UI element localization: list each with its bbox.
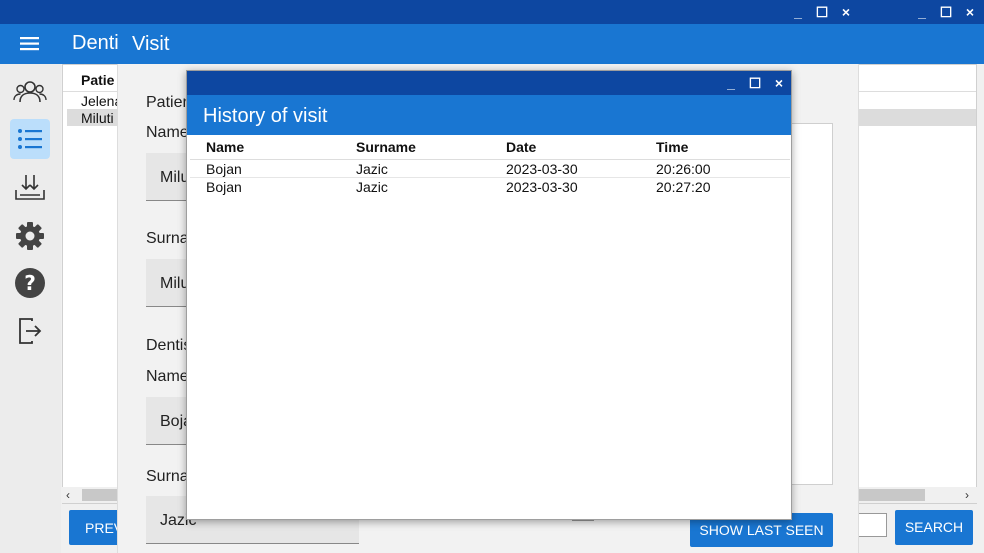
nav-logout[interactable] bbox=[10, 311, 50, 351]
search-button[interactable]: SEARCH bbox=[895, 510, 973, 545]
logout-icon bbox=[19, 318, 42, 344]
patient-surname-label: Surna bbox=[146, 230, 189, 247]
table-header: Patie bbox=[81, 72, 115, 88]
app-title: Denti bbox=[72, 32, 119, 54]
history-dialog: _ ☐ × History of visit Name Surname Date… bbox=[186, 70, 792, 520]
column-header-time[interactable]: Time bbox=[640, 139, 790, 155]
cell-time: 20:27:20 bbox=[656, 178, 711, 195]
scroll-left-icon[interactable]: ‹ bbox=[66, 488, 70, 502]
history-title: History of visit bbox=[203, 105, 328, 127]
main-titlebar: _ ☐ × _ ☐ × bbox=[0, 0, 984, 24]
table-header-row: Name Surname Date Time bbox=[190, 135, 790, 160]
maximize-button[interactable]: ☐ bbox=[810, 4, 834, 21]
history-table: Name Surname Date Time Bojan Jazic 2023-… bbox=[190, 135, 790, 195]
list-icon bbox=[18, 129, 42, 149]
cell-name: Bojan bbox=[206, 178, 242, 195]
cell-date: 2023-03-30 bbox=[506, 178, 578, 195]
minimize-button[interactable]: _ bbox=[719, 75, 743, 91]
nav-import[interactable] bbox=[10, 167, 50, 207]
patients-icon bbox=[13, 81, 47, 103]
scroll-right-icon[interactable]: › bbox=[965, 488, 969, 502]
maximize-button[interactable]: ☐ bbox=[934, 4, 958, 21]
close-button[interactable]: × bbox=[958, 4, 982, 20]
search-input[interactable] bbox=[857, 513, 887, 537]
hamburger-menu-icon[interactable] bbox=[10, 30, 50, 58]
dentist-name-label: Name bbox=[146, 368, 189, 385]
cell-time: 20:26:00 bbox=[656, 160, 711, 177]
column-header-surname[interactable]: Surname bbox=[340, 139, 490, 155]
minimize-button[interactable]: _ bbox=[786, 4, 810, 20]
sidebar: ? bbox=[0, 64, 61, 553]
cell-date: 2023-03-30 bbox=[506, 160, 578, 177]
visit-window-controls: _ ☐ × bbox=[786, 0, 858, 24]
column-header-name[interactable]: Name bbox=[190, 139, 340, 155]
nav-patients[interactable] bbox=[10, 72, 50, 112]
table-row[interactable]: Bojan Jazic 2023-03-30 20:26:00 bbox=[190, 160, 790, 178]
nav-list[interactable] bbox=[10, 119, 50, 159]
main-window-controls: _ ☐ × bbox=[910, 0, 982, 24]
history-window-controls: _ ☐ × bbox=[719, 71, 791, 95]
minimize-button[interactable]: _ bbox=[910, 4, 934, 20]
close-button[interactable]: × bbox=[767, 75, 791, 91]
close-button[interactable]: × bbox=[834, 4, 858, 20]
visit-window-title: Visit bbox=[132, 33, 170, 55]
cell-surname: Jazic bbox=[356, 178, 388, 195]
patient-section-label: Patien bbox=[146, 94, 192, 111]
dentist-section-label: Dentis bbox=[146, 337, 192, 354]
history-titlebar: _ ☐ × bbox=[187, 71, 791, 95]
help-icon: ? bbox=[15, 268, 45, 298]
dentist-surname-label: Surna bbox=[146, 468, 189, 485]
svg-text:?: ? bbox=[24, 271, 36, 295]
history-header: History of visit bbox=[187, 95, 791, 135]
visit-notes-area[interactable] bbox=[791, 123, 833, 485]
nav-settings[interactable] bbox=[10, 216, 50, 256]
cell-name: Bojan bbox=[206, 160, 242, 177]
nav-help[interactable]: ? bbox=[10, 263, 50, 303]
gear-icon bbox=[16, 222, 44, 250]
cell-surname: Jazic bbox=[356, 160, 388, 177]
maximize-button[interactable]: ☐ bbox=[743, 75, 767, 92]
table-row[interactable]: Bojan Jazic 2023-03-30 20:27:20 bbox=[190, 178, 790, 195]
download-icon bbox=[15, 175, 45, 200]
patient-name-label: Name bbox=[146, 124, 189, 141]
divider bbox=[572, 520, 594, 521]
column-header-date[interactable]: Date bbox=[490, 139, 640, 155]
